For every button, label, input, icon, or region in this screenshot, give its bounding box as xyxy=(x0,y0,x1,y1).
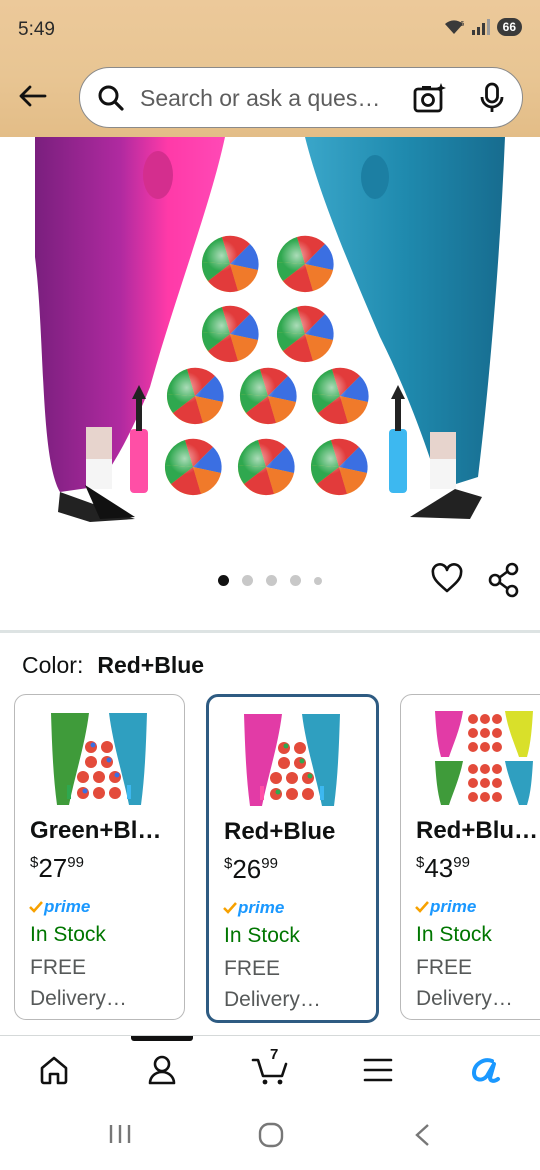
signal-icon xyxy=(471,19,491,35)
variant-title: Green+Bl… xyxy=(30,817,162,844)
carousel-dot[interactable] xyxy=(218,575,229,586)
variant-card-red-blue-bundle[interactable]: Red+Blu… $4399 prime In Stock FREE Deliv… xyxy=(400,694,540,1020)
active-tab-indicator xyxy=(131,1036,193,1041)
prime-check-icon xyxy=(29,901,43,913)
free-label: FREE xyxy=(416,956,473,979)
status-icons: 6 66 xyxy=(443,18,522,36)
wishlist-button[interactable] xyxy=(430,562,464,601)
variant-thumbnail xyxy=(51,713,147,805)
color-selected-value: Red+Blue xyxy=(97,652,205,678)
cart-count-badge: 7 xyxy=(270,1046,279,1063)
variant-thumbnail xyxy=(435,711,533,805)
variant-price: $2799 xyxy=(30,853,84,883)
prime-badge: prime xyxy=(29,897,90,917)
carousel-dot[interactable] xyxy=(290,575,301,586)
back-button[interactable] xyxy=(14,78,50,114)
delivery-label: Delivery… xyxy=(30,987,127,1010)
rufus-ai-icon xyxy=(472,1058,500,1083)
wifi-icon: 6 xyxy=(443,18,465,36)
product-photo xyxy=(0,137,540,522)
menu-icon xyxy=(363,1058,393,1082)
prime-check-icon xyxy=(415,901,429,913)
account-icon xyxy=(148,1055,176,1085)
app-frame: 5:49 6 66 Search or ask a ques… Color: R… xyxy=(0,0,540,1170)
variant-title: Red+Blue xyxy=(224,818,336,845)
image-carousel-dots xyxy=(218,575,322,586)
variant-thumbnail xyxy=(244,714,340,806)
recent-apps-icon xyxy=(109,1125,131,1143)
nav-menu[interactable] xyxy=(355,1050,401,1090)
variant-card-red-blue[interactable]: Red+Blue $2699 prime In Stock FREE Deliv… xyxy=(206,694,379,1023)
battery-indicator: 66 xyxy=(496,18,522,36)
search-input[interactable]: Search or ask a ques… xyxy=(140,85,380,112)
variant-list: Green+Bl… $2799 prime In Stock FREE Deli… xyxy=(0,694,540,1024)
variant-title: Red+Blu… xyxy=(416,817,539,844)
home-icon xyxy=(40,1056,68,1085)
carousel-dot[interactable] xyxy=(314,576,322,585)
prime-badge: prime xyxy=(415,897,476,917)
nav-home[interactable] xyxy=(31,1050,77,1090)
home-circle-icon xyxy=(258,1122,284,1148)
back-system-button[interactable] xyxy=(412,1122,432,1148)
color-label: Color: xyxy=(22,652,84,678)
status-time: 5:49 xyxy=(18,19,55,40)
back-chevron-icon xyxy=(415,1124,429,1146)
share-button[interactable] xyxy=(487,562,521,603)
stock-status: In Stock xyxy=(416,923,492,946)
heart-icon xyxy=(431,563,463,593)
prime-badge: prime xyxy=(223,898,284,918)
back-arrow-icon xyxy=(19,85,47,107)
free-label: FREE xyxy=(30,956,87,979)
prime-check-icon xyxy=(223,902,237,914)
home-system-button[interactable] xyxy=(258,1122,284,1148)
nav-account[interactable] xyxy=(139,1050,185,1090)
recent-apps-button[interactable] xyxy=(108,1122,132,1146)
svg-text:6: 6 xyxy=(460,20,465,28)
microphone-icon[interactable] xyxy=(478,82,506,119)
carousel-dot[interactable] xyxy=(266,575,277,586)
system-navigation xyxy=(0,1102,540,1170)
variant-price: $2699 xyxy=(224,854,278,884)
camera-search-icon[interactable] xyxy=(413,82,447,119)
nav-rufus[interactable] xyxy=(463,1050,509,1090)
delivery-label: Delivery… xyxy=(224,988,321,1011)
section-divider xyxy=(0,630,540,633)
carousel-dot[interactable] xyxy=(242,575,253,586)
product-image[interactable] xyxy=(0,137,540,522)
free-label: FREE xyxy=(224,957,281,980)
share-icon xyxy=(488,562,519,598)
delivery-label: Delivery… xyxy=(416,987,513,1010)
color-selection: Color: Red+Blue xyxy=(22,652,204,679)
variant-card-green-blue[interactable]: Green+Bl… $2799 prime In Stock FREE Deli… xyxy=(14,694,185,1020)
stock-status: In Stock xyxy=(224,924,300,947)
header: 5:49 6 66 Search or ask a ques… xyxy=(0,0,540,137)
search-icon xyxy=(97,84,125,117)
variant-price: $4399 xyxy=(416,853,470,883)
search-bar[interactable]: Search or ask a ques… xyxy=(79,67,523,128)
stock-status: In Stock xyxy=(30,923,106,946)
